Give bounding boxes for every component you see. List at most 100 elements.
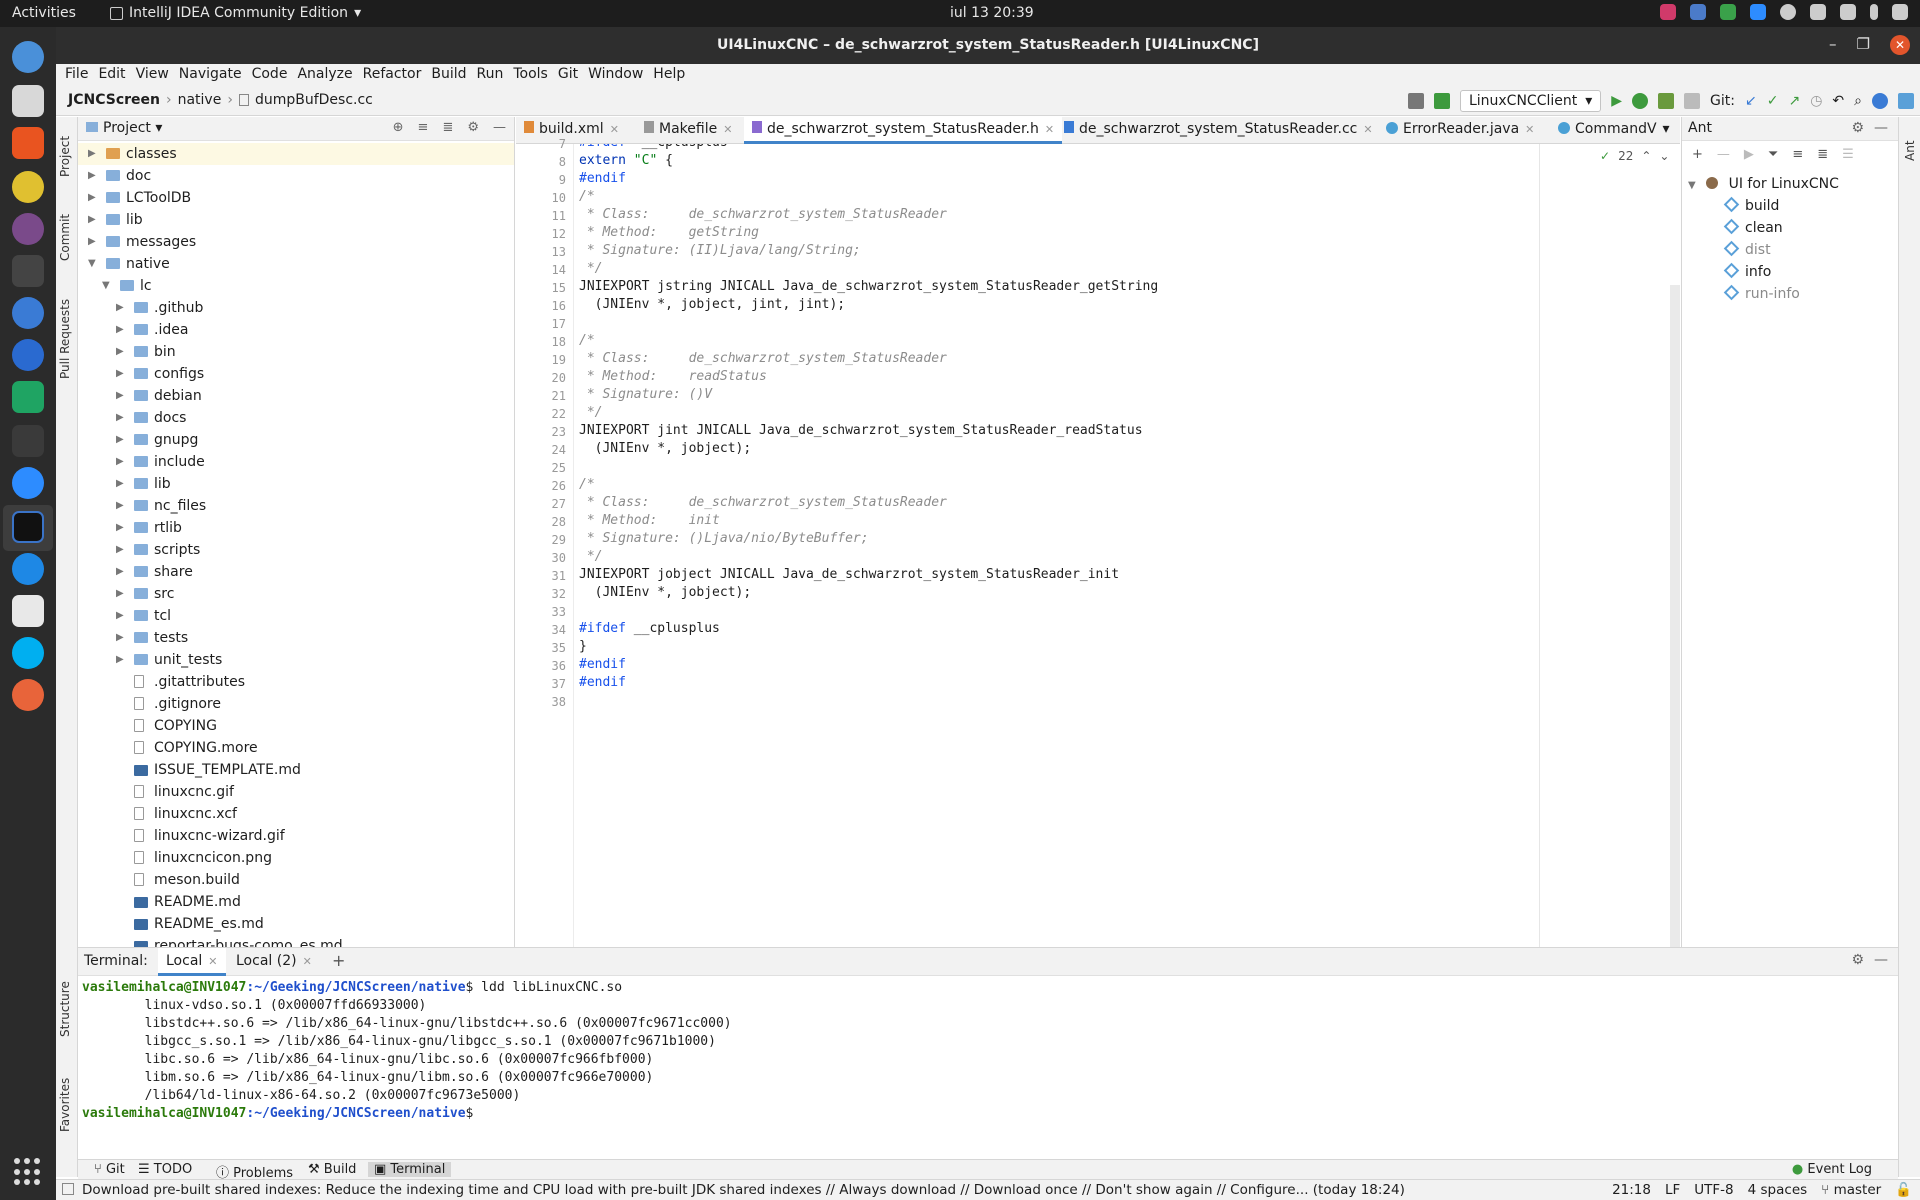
thunderbird-icon[interactable] — [12, 41, 44, 73]
ant-target[interactable]: clean — [1723, 217, 1783, 239]
chevron-right-icon[interactable]: ▶ — [116, 407, 128, 429]
tree-item[interactable]: linuxcnc.xcf — [78, 803, 514, 825]
chevron-down-icon[interactable]: ⌄ — [1659, 149, 1669, 163]
terminal-output[interactable]: vasilemihalca@INV1047:~/Geeking/JCNCScre… — [78, 976, 1898, 1158]
tree-item[interactable]: ▶ debian — [78, 385, 514, 407]
user-icon[interactable] — [1407, 93, 1424, 109]
menu-view[interactable]: View — [131, 64, 174, 86]
gear-icon[interactable]: ⚙ — [467, 120, 479, 135]
power-menu-icon[interactable] — [1892, 4, 1908, 20]
editor-scrollbar[interactable] — [1670, 285, 1680, 947]
chevron-right-icon[interactable]: ▶ — [88, 187, 100, 209]
breadcrumb-file[interactable]: dumpBufDesc.cc — [255, 92, 373, 108]
history-icon[interactable]: ◷ — [1810, 93, 1822, 109]
debug-icon[interactable] — [1632, 93, 1649, 109]
maximize-button[interactable]: ❐ — [1857, 35, 1870, 55]
terminal-tab-local-2[interactable]: Local (2) ✕ — [228, 948, 320, 976]
chevron-right-icon[interactable]: ▶ — [88, 209, 100, 231]
close-icon[interactable]: ✕ — [1045, 123, 1054, 136]
tree-item[interactable]: ▶ include — [78, 451, 514, 473]
chevron-right-icon[interactable]: ▶ — [116, 627, 128, 649]
chevron-right-icon[interactable]: ▶ — [116, 649, 128, 671]
toolbox-icon[interactable] — [1898, 93, 1914, 109]
filter-icon[interactable]: ⏷ — [1768, 147, 1778, 163]
tree-item[interactable]: linuxcnc.gif — [78, 781, 514, 803]
update-icon[interactable] — [1872, 93, 1888, 109]
zoom-tray-icon[interactable] — [1750, 4, 1766, 20]
tree-item[interactable]: ▶ .github — [78, 297, 514, 319]
project-panel-title[interactable]: Project ▾ — [86, 120, 162, 136]
close-icon[interactable]: ✕ — [303, 955, 312, 968]
terminal-icon[interactable] — [12, 255, 44, 287]
gear-icon[interactable]: ⚙ — [1851, 952, 1864, 968]
run-icon[interactable]: ▶ — [1744, 147, 1754, 163]
toggle-tool-windows-icon[interactable] — [62, 1183, 74, 1195]
git-push-icon[interactable]: ↗ — [1788, 93, 1800, 109]
chevron-right-icon[interactable]: ▶ — [88, 143, 100, 165]
menu-git[interactable]: Git — [553, 64, 583, 86]
menu-code[interactable]: Code — [247, 64, 293, 86]
close-icon[interactable]: ✕ — [1525, 123, 1534, 136]
tab-commandv[interactable]: CommandV ▾ — [1550, 117, 1678, 144]
project-tool-tab[interactable]: Project — [58, 136, 72, 177]
tree-item[interactable]: ▶ configs — [78, 363, 514, 385]
menu-build[interactable]: Build — [426, 64, 471, 86]
tab-makefile[interactable]: Makefile ✕ — [636, 117, 740, 144]
tree-item[interactable]: .gitignore — [78, 693, 514, 715]
git-update-icon[interactable]: ↙ — [1745, 93, 1757, 109]
commit-tool-tab[interactable]: Commit — [58, 214, 72, 261]
intellij-dock-icon[interactable] — [12, 511, 44, 543]
terminal-tab-local[interactable]: Local ✕ — [158, 948, 226, 976]
line-separator[interactable]: LF — [1665, 1182, 1680, 1198]
hangouts-icon[interactable] — [12, 381, 44, 413]
hide-icon[interactable]: — — [1874, 120, 1888, 136]
tree-item[interactable]: ▶ lib — [78, 209, 514, 231]
tree-item[interactable]: ▶ docs — [78, 407, 514, 429]
battery-icon[interactable] — [1870, 4, 1878, 20]
ant-tool-tab[interactable]: Ant — [1903, 140, 1917, 161]
collapse-all-icon[interactable]: ≣ — [1817, 147, 1828, 163]
menu-window[interactable]: Window — [583, 64, 648, 86]
ant-target[interactable]: run-info — [1723, 283, 1800, 305]
menu-tools[interactable]: Tools — [508, 64, 553, 86]
chevron-up-icon[interactable]: ⌃ — [1641, 149, 1651, 163]
terminal-tool-button[interactable]: ▣ Terminal — [368, 1162, 452, 1177]
breadcrumb-folder[interactable]: native — [178, 92, 222, 108]
zoom-icon[interactable] — [12, 467, 44, 499]
indent-setting[interactable]: 4 spaces — [1748, 1182, 1808, 1198]
file-encoding[interactable]: UTF-8 — [1694, 1182, 1733, 1198]
chevron-right-icon[interactable]: ▶ — [116, 319, 128, 341]
tree-item[interactable]: COPYING.more — [78, 737, 514, 759]
code-editor[interactable]: #ifdef __cplusplusextern "C" {#endif/* *… — [575, 144, 1680, 947]
system-monitor-icon[interactable] — [12, 425, 44, 457]
new-terminal-tab-button[interactable]: + — [332, 951, 345, 970]
git-commit-icon[interactable]: ✓ — [1767, 93, 1779, 109]
menu-file[interactable]: File — [60, 64, 93, 86]
lock-icon[interactable]: 🔓 — [1895, 1182, 1912, 1198]
structure-tool-tab[interactable]: Structure — [58, 981, 72, 1037]
tree-item[interactable]: ▶ messages — [78, 231, 514, 253]
tab-errorreader-java[interactable]: ErrorReader.java ✕ — [1378, 117, 1542, 144]
slack-tray-icon[interactable] — [1690, 4, 1706, 20]
activities-button[interactable]: Activities — [12, 5, 76, 21]
tree-item[interactable]: ▶ tests — [78, 627, 514, 649]
tab-statusreader-cc[interactable]: de_schwarzrot_system_StatusReader.cc ✕ — [1056, 117, 1381, 144]
favorites-tool-tab[interactable]: Favorites — [58, 1078, 72, 1132]
git-branch[interactable]: ⑂ master — [1821, 1182, 1881, 1198]
chevron-right-icon[interactable]: ▶ — [116, 473, 128, 495]
tree-item[interactable]: COPYING — [78, 715, 514, 737]
add-icon[interactable]: + — [1692, 147, 1703, 163]
chevron-right-icon[interactable]: ▶ — [116, 517, 128, 539]
skype-icon[interactable] — [12, 637, 44, 669]
caret-position[interactable]: 21:18 — [1612, 1182, 1651, 1198]
tree-item[interactable]: ▶ unit_tests — [78, 649, 514, 671]
chevron-right-icon[interactable]: ▶ — [116, 363, 128, 385]
tree-item[interactable]: ▶ gnupg — [78, 429, 514, 451]
ant-target[interactable]: dist — [1723, 239, 1771, 261]
tree-item[interactable]: ▶ rtlib — [78, 517, 514, 539]
chevron-right-icon[interactable]: ▶ — [116, 561, 128, 583]
chevron-right-icon[interactable]: ▶ — [116, 605, 128, 627]
tree-item[interactable]: ▶ classes — [78, 143, 514, 165]
chevron-right-icon[interactable]: ▶ — [116, 583, 128, 605]
tree-item[interactable]: ▼ lc — [78, 275, 514, 297]
